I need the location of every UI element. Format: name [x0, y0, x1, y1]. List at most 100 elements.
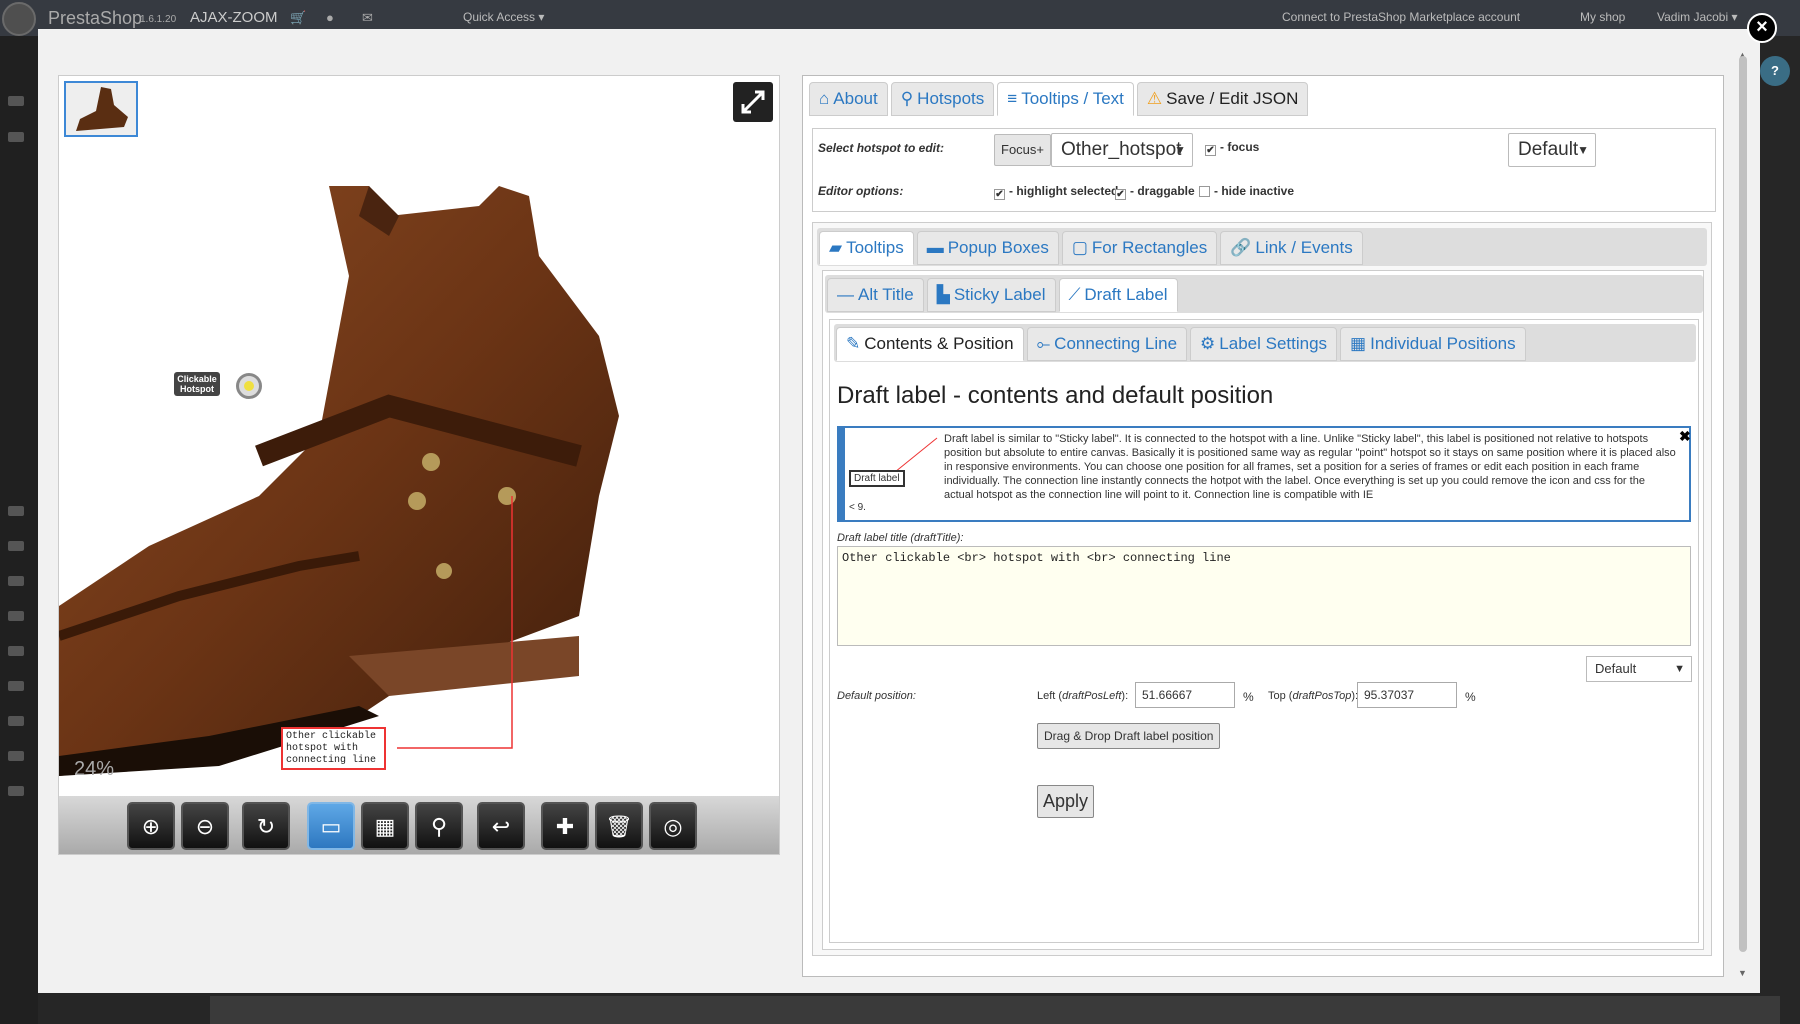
tab-contents-position[interactable]: ✎ Contents & Position: [836, 327, 1024, 361]
sidebar-icon: [8, 786, 24, 796]
draggable-checkbox[interactable]: ✔ - draggable: [1115, 184, 1195, 200]
tab-alt-label: Alt Title: [858, 285, 914, 304]
reset-button[interactable]: ↻: [242, 802, 290, 850]
cart-icon[interactable]: 🛒: [290, 10, 306, 26]
tab-alt-title[interactable]: — Alt Title: [827, 278, 924, 312]
tab-rect-label: For Rectangles: [1091, 238, 1208, 257]
sidebar-icon: [8, 96, 24, 106]
delete-button[interactable]: 🗑: [595, 802, 643, 850]
tab-tooltips[interactable]: ▰ Tooltips: [819, 231, 914, 265]
position-select[interactable]: Default ▼: [1586, 656, 1692, 682]
left-position-input[interactable]: 51.66667: [1135, 682, 1235, 708]
fullscreen-button[interactable]: [733, 82, 773, 122]
popup-icon: ▬: [926, 238, 944, 257]
spin-button[interactable]: ◎: [649, 802, 697, 850]
focus-checkbox[interactable]: ✔ - focus: [1205, 140, 1259, 156]
hotspot-select-value: Other_hotspot: [1061, 139, 1182, 160]
target-icon: ◎: [663, 814, 683, 839]
module-name[interactable]: AJAX-ZOOM: [190, 9, 278, 26]
tab-about[interactable]: ⌂ About: [809, 82, 888, 116]
list-icon: ≡: [1007, 89, 1018, 108]
hotspot-marker[interactable]: [236, 373, 262, 399]
tab-label-settings[interactable]: ⚙ Label Settings: [1190, 327, 1338, 361]
tab-individual-positions[interactable]: ▦ Individual Positions: [1340, 327, 1526, 361]
info-text: Draft label is similar to "Sticky label"…: [944, 433, 1676, 501]
tab-connecting-line[interactable]: ⟜ Connecting Line: [1026, 327, 1188, 361]
info-mini-label: Draft label: [849, 470, 905, 487]
prestashop-logo[interactable]: [2, 2, 36, 36]
tab-tooltips-sub-label: Tooltips: [846, 238, 904, 257]
tab-save-label: Save / Edit JSON: [1166, 89, 1299, 108]
tab-positions-label: Individual Positions: [1370, 334, 1516, 353]
hotspot-select[interactable]: Other_hotspot ▼: [1051, 133, 1193, 167]
apply-button[interactable]: Apply: [1037, 785, 1095, 818]
draft-title-textarea[interactable]: Other clickable <br> hotspot with <br> c…: [837, 546, 1691, 646]
gallery-button[interactable]: ▦: [361, 802, 409, 850]
user-menu[interactable]: Vadim Jacobi ▾: [1657, 10, 1738, 24]
map-pin-icon: ⚲: [430, 814, 448, 839]
undo-icon: ↩: [491, 814, 511, 839]
hotspot-toggle-button[interactable]: ⚲: [415, 802, 463, 850]
marketplace-connect-link[interactable]: Connect to PrestaShop Marketplace accoun…: [1282, 10, 1520, 24]
hotspot-tooltip[interactable]: Clickable Hotspot: [174, 372, 220, 396]
hide-inactive-checkbox[interactable]: - hide inactive: [1199, 184, 1294, 198]
hotspot-editor: ⌂ About ⚲ Hotspots ≡ Tooltips / Text ⚠ Save …: [802, 75, 1724, 977]
tab-tooltips-text[interactable]: ≡ Tooltips / Text: [997, 82, 1134, 116]
chevron-down-icon: ▼: [1174, 143, 1186, 157]
help-icon[interactable]: ?: [1760, 56, 1790, 86]
boot-image: [59, 186, 619, 776]
tab-popup-boxes[interactable]: ▬ Popup Boxes: [916, 231, 1059, 265]
highlight-label: - highlight selected: [1009, 184, 1119, 198]
zoom-in-button[interactable]: ⊕: [127, 802, 175, 850]
highlight-selected-checkbox[interactable]: ✔ - highlight selected: [994, 184, 1118, 200]
fullscreen-view-button[interactable]: ▭: [307, 802, 355, 850]
top-position-input[interactable]: 95.37037: [1357, 682, 1457, 708]
scrollbar-thumb[interactable]: [1739, 56, 1747, 952]
mail-icon[interactable]: ✉: [362, 10, 373, 26]
tab-for-rectangles[interactable]: ▢ For Rectangles: [1061, 231, 1218, 265]
zoom-out-icon: ⊖: [195, 814, 215, 839]
user-icon[interactable]: ●: [326, 10, 334, 25]
tooltips-panel: ▰ Tooltips ▬ Popup Boxes ▢ For Rectangles 🔗…: [812, 222, 1712, 956]
add-pin-icon: ✚: [555, 814, 575, 839]
editor-options-label: Editor options:: [818, 184, 904, 198]
checkbox-icon: ✔: [1115, 189, 1126, 200]
undo-button[interactable]: ↩: [477, 802, 525, 850]
chevron-down-icon: ▼: [1674, 663, 1685, 675]
info-mini-sub: < 9.: [849, 502, 866, 513]
zoom-viewer[interactable]: Clickable Hotspot Other clickable hotspo…: [58, 75, 780, 855]
my-shop-link[interactable]: My shop: [1580, 10, 1625, 24]
focus-button[interactable]: Focus+: [994, 134, 1051, 166]
drag-drop-position-button[interactable]: Drag & Drop Draft label position: [1037, 723, 1221, 749]
select-hotspot-label: Select hotspot to edit:: [818, 141, 944, 155]
warning-icon: ⚠: [1146, 89, 1163, 108]
sidebar-icon: [8, 751, 24, 761]
trash-icon: 🗑: [605, 814, 633, 839]
tab-link-events[interactable]: 🔗 Link / Events: [1220, 231, 1363, 265]
tab-draft-label[interactable]: ⟋ Draft Label: [1058, 278, 1178, 312]
rotate-icon: ↻: [256, 814, 276, 839]
sidebar-icon: [8, 646, 24, 656]
tab-save-json[interactable]: ⚠ Save / Edit JSON: [1136, 82, 1309, 116]
modal-scrollbar[interactable]: ▲ ▼: [1736, 50, 1750, 980]
draft-label-panel: ✎ Contents & Position ⟜ Connecting Line ⚙ L…: [829, 319, 1699, 943]
info-box: Draft label < 9. Draft label is similar …: [837, 426, 1691, 522]
tab-sticky-label[interactable]: ▙ Sticky Label: [926, 278, 1056, 312]
default-position-label: Default position:: [837, 690, 916, 702]
tab-hotspots[interactable]: ⚲ Hotspots: [890, 82, 995, 116]
quick-access-menu[interactable]: Quick Access ▾: [463, 10, 544, 24]
zoom-out-button[interactable]: ⊖: [181, 802, 229, 850]
version-label: 1.6.1.20: [140, 14, 177, 25]
scroll-down-arrow[interactable]: ▼: [1738, 968, 1747, 978]
close-modal-button[interactable]: ×: [1747, 13, 1777, 43]
left-position-label: Left (draftPosLeft):: [1037, 690, 1129, 702]
thumbnail-frame[interactable]: [64, 81, 138, 137]
close-icon[interactable]: ✖: [1679, 428, 1691, 445]
tab-link-label: Link / Events: [1255, 238, 1353, 257]
draggable-label: - draggable: [1130, 184, 1195, 198]
add-hotspot-button[interactable]: ✚: [541, 802, 589, 850]
default-select[interactable]: Default ▼: [1508, 133, 1596, 167]
draft-label[interactable]: Other clickable hotspot with connecting …: [281, 727, 386, 770]
hide-inactive-label: - hide inactive: [1214, 184, 1295, 198]
tab-line-label: Connecting Line: [1054, 334, 1178, 353]
